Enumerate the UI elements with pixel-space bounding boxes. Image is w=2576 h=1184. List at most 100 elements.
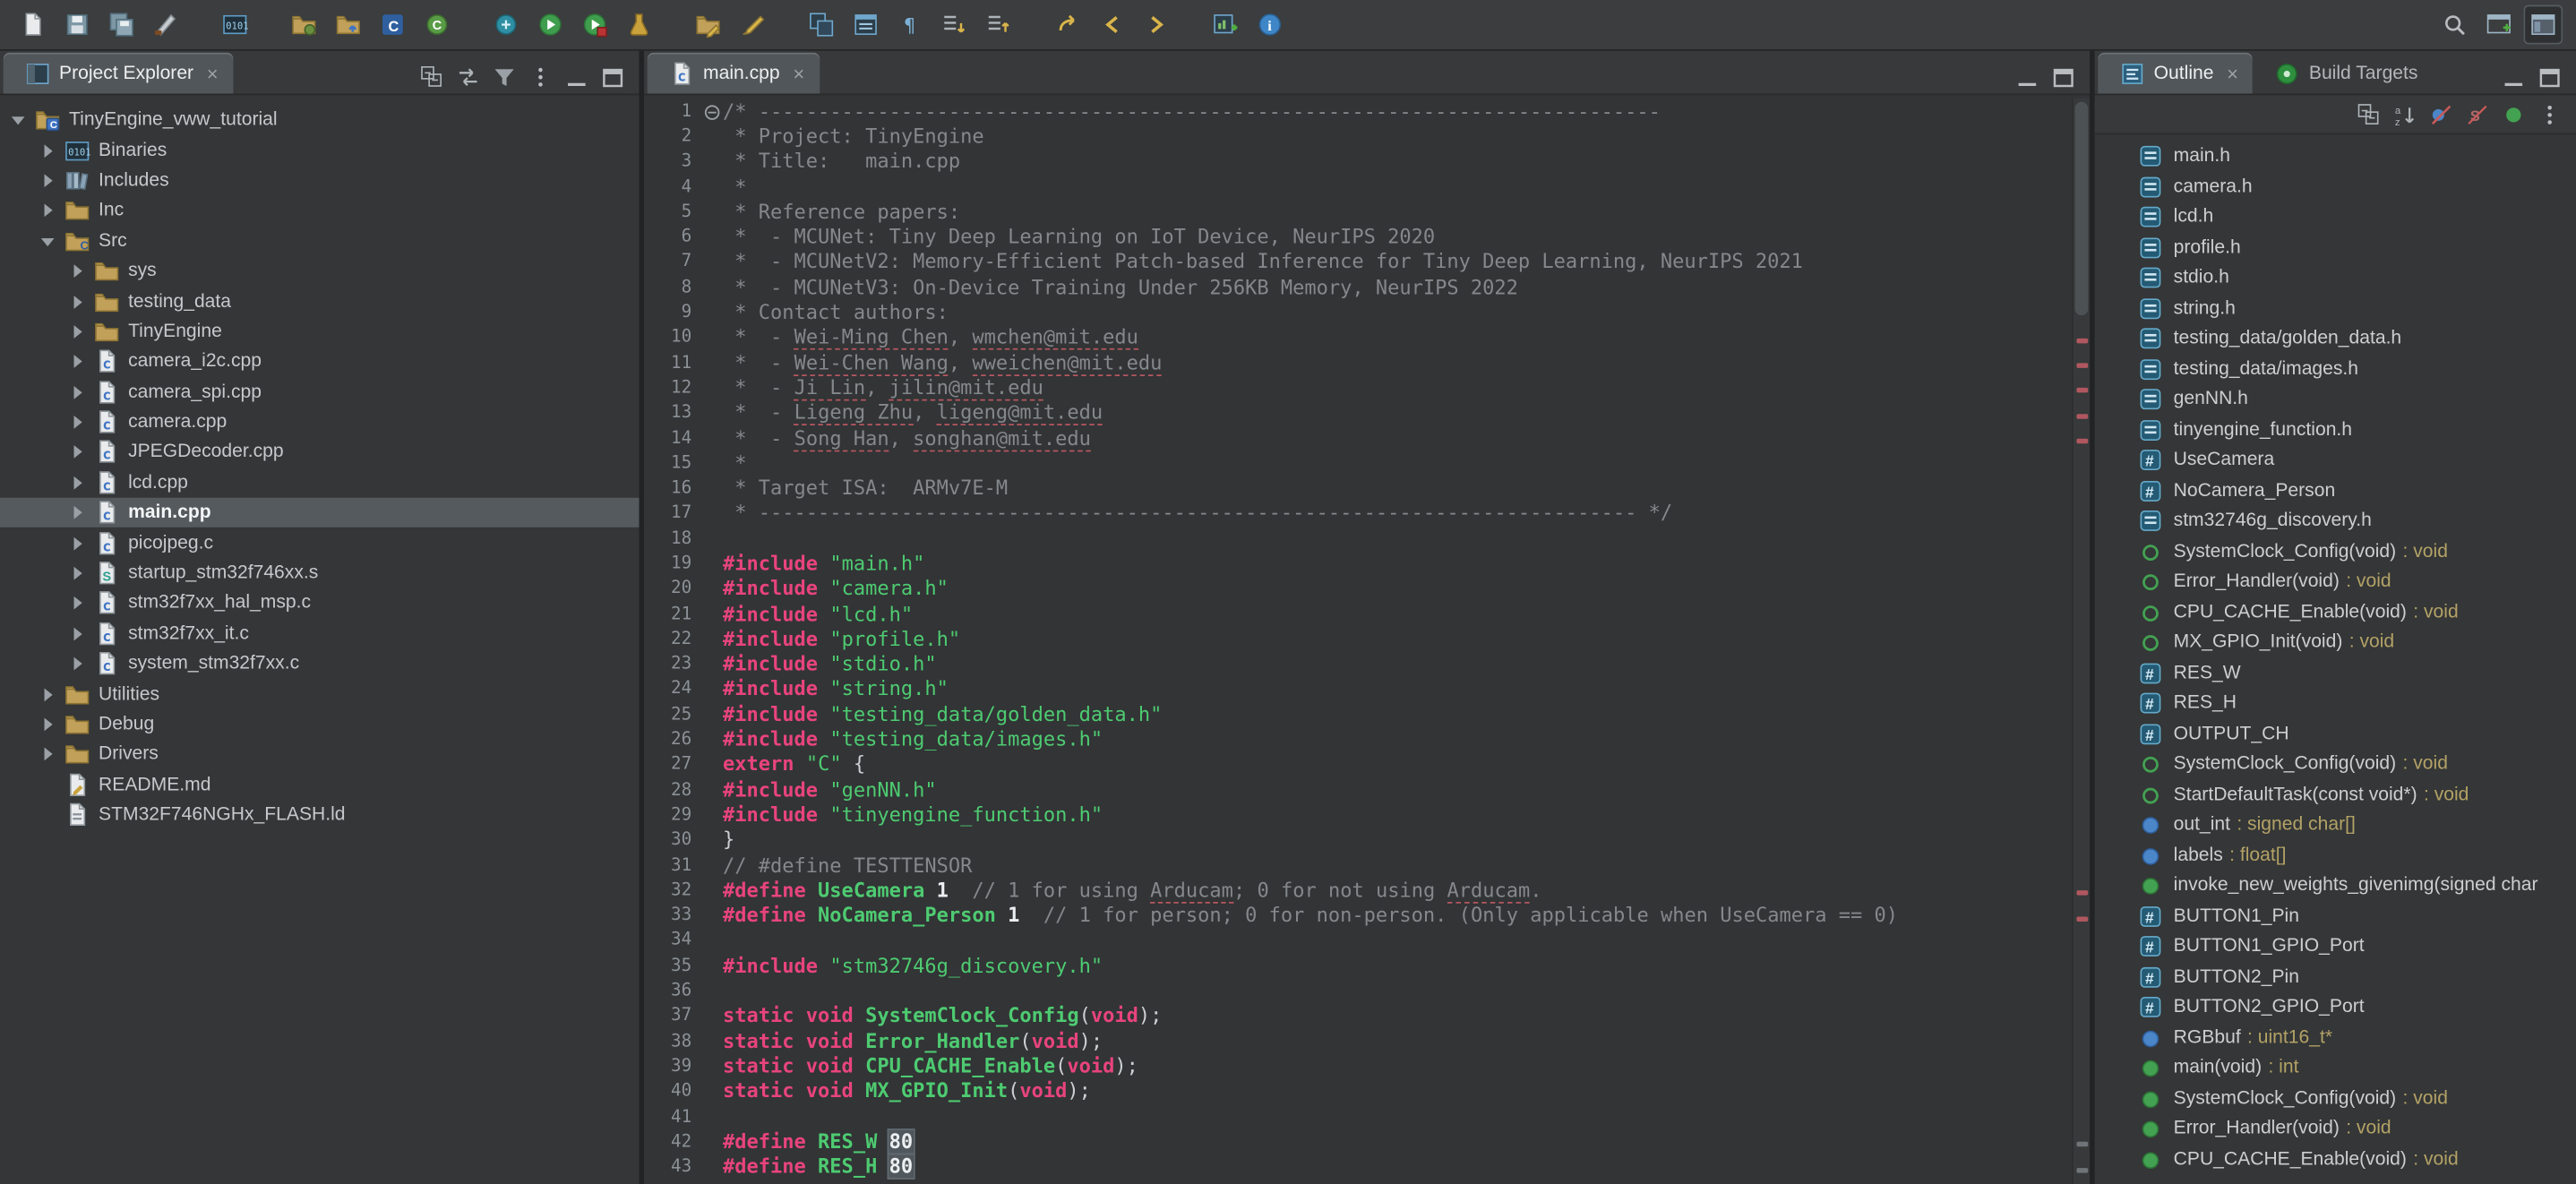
annotation-mark[interactable] [2076,439,2088,444]
tree-expand-arrow[interactable] [69,383,87,401]
scrollbar-thumb[interactable] [2075,102,2089,315]
code-line-3[interactable]: 3 * Title: main.cpp [644,149,2072,174]
tree-expand-arrow[interactable] [69,293,87,311]
code-line-41[interactable]: 41 [644,1103,2072,1128]
tree-expand-arrow[interactable] [39,142,57,159]
code-line-31[interactable]: 31// #define TESTTENSOR [644,853,2072,878]
tree-item-README.md[interactable]: README.md [0,769,640,800]
code-line-6[interactable]: 6 * - MCUNet: Tiny Deep Learning on IoT … [644,224,2072,249]
maximize-icon[interactable] [2047,61,2080,94]
tab-project-explorer[interactable]: Project Explorer × [4,53,233,94]
profile-tool-icon[interactable] [486,5,526,45]
tree-item-startup_stm32f746xx.s[interactable]: Sstartup_stm32f746xx.s [0,558,640,588]
filter-icon[interactable] [488,61,521,94]
annotation-mark[interactable] [2076,413,2088,418]
tab-outline[interactable]: Outline × [2098,53,2253,94]
tree-expand-arrow[interactable] [69,655,87,673]
tree-expand-arrow[interactable] [69,504,87,522]
code-line-32[interactable]: 32#define UseCamera 1 // 1 for using Ard… [644,878,2072,903]
outline-item-tinyengine_function.h[interactable]: tinyengine_function.h [2095,415,2576,445]
tree-item-lcd.cpp[interactable]: clcd.cpp [0,468,640,498]
overview-ruler[interactable] [2072,99,2090,1184]
view-menu-icon[interactable] [2533,98,2566,131]
save-icon[interactable] [57,5,97,45]
hide-static-members-icon[interactable]: S [2461,98,2494,131]
tree-item-camera_spi.cpp[interactable]: ccamera_spi.cpp [0,377,640,408]
annotation-mark[interactable] [2076,338,2088,343]
outline-item-SystemClock_Config(void)[interactable]: SystemClock_Config(void): void [2095,1084,2576,1114]
tree-item-TinyEngine[interactable]: TinyEngine [0,317,640,347]
outline-item-UseCamera[interactable]: #UseCamera [2095,445,2576,476]
tree-expand-arrow[interactable] [69,625,87,643]
outline-item-camera.h[interactable]: camera.h [2095,172,2576,202]
binary-viewer-icon[interactable]: 0101 [215,5,254,45]
code-line-33[interactable]: 33#define NoCamera_Person 1 // 1 for per… [644,903,2072,928]
annotation-mark[interactable] [2076,891,2088,897]
open-console-icon[interactable] [1206,5,1245,45]
tree-expand-arrow[interactable] [69,322,87,340]
view-menu-icon[interactable] [524,61,557,94]
code-line-25[interactable]: 25#include "testing_data/golden_data.h" [644,701,2072,726]
last-edit-location-icon[interactable] [1048,5,1087,45]
cpp-perspective-icon[interactable] [2523,5,2563,45]
code-line-15[interactable]: 15 * [644,450,2072,476]
tree-item-stm32f7xx_hal_msp.c[interactable]: cstm32f7xx_hal_msp.c [0,588,640,619]
code-line-29[interactable]: 29#include "tinyengine_function.h" [644,802,2072,828]
code-line-13[interactable]: 13 * - Ligeng Zhu, ligeng@mit.edu [644,400,2072,425]
close-tab-icon[interactable]: × [207,64,219,83]
code-editor[interactable]: 1/* ------------------------------------… [644,95,2090,1184]
save-all-icon[interactable] [102,5,142,45]
tree-item-Utilities[interactable]: Utilities [0,679,640,709]
fold-column[interactable] [700,99,723,123]
tree-expand-arrow[interactable] [69,413,87,431]
minimize-icon[interactable] [2011,61,2044,94]
outline-item-BUTTON2_Pin[interactable]: #BUTTON2_Pin [2095,962,2576,992]
code-line-34[interactable]: 34 [644,928,2072,953]
code-line-16[interactable]: 16 * Target ISA: ARMv7E-M [644,476,2072,501]
code-line-40[interactable]: 40static void MX_GPIO_Init(void); [644,1078,2072,1103]
tree-item-picojpeg.c[interactable]: cpicojpeg.c [0,528,640,559]
code-line-14[interactable]: 14 * - Song Han, songhan@mit.edu [644,425,2072,450]
build-all-icon[interactable] [146,5,185,45]
tab-main-cpp[interactable]: c main.cpp × [648,53,820,94]
tree-item-system_stm32f7xx.c[interactable]: csystem_stm32f7xx.c [0,649,640,680]
fold-collapse-icon[interactable] [704,105,719,120]
tab-build-targets[interactable]: Build Targets [2254,53,2433,94]
outline-item-main(void)[interactable]: main(void): int [2095,1053,2576,1084]
outline-item-MX_GPIO_Init(void)[interactable]: MX_GPIO_Init(void): void [2095,628,2576,658]
outline-item-Error_Handler(void)[interactable]: Error_Handler(void): void [2095,1114,2576,1145]
new-c-project-icon[interactable]: C [373,5,412,45]
show-whitespace-icon[interactable]: ¶ [890,5,930,45]
code-line-35[interactable]: 35#include "stm32746g_discovery.h" [644,953,2072,978]
build-folder-icon[interactable] [284,5,323,45]
external-tools-icon[interactable] [575,5,614,45]
outline-item-SystemClock_Config(void)[interactable]: SystemClock_Config(void): void [2095,749,2576,779]
sort-icon[interactable]: az [2389,98,2422,131]
tree-item-Src[interactable]: CSrc [0,226,640,256]
code-line-42[interactable]: 42#define RES_W 80 [644,1128,2072,1154]
code-line-28[interactable]: 28#include "genNN.h" [644,777,2072,802]
minimize-icon[interactable] [2497,61,2530,94]
outline-item-RES_H[interactable]: #RES_H [2095,689,2576,719]
outline-item-BUTTON1_GPIO_Port[interactable]: #BUTTON1_GPIO_Port [2095,931,2576,962]
code-line-18[interactable]: 18 [644,526,2072,551]
maximize-icon[interactable] [2533,61,2566,94]
code-line-8[interactable]: 8 * - MCUNetV3: On-Device Training Under… [644,274,2072,299]
help-info-icon[interactable]: i [1250,5,1290,45]
outline-item-stdio.h[interactable]: stdio.h [2095,262,2576,293]
run-icon[interactable] [530,5,570,45]
code-line-26[interactable]: 26#include "testing_data/images.h" [644,726,2072,751]
tree-item-testing_data[interactable]: testing_data [0,287,640,317]
outline-item-SystemClock_Config(void)[interactable]: SystemClock_Config(void): void [2095,536,2576,567]
outline-item-Error_Handler(void)[interactable]: Error_Handler(void): void [2095,567,2576,597]
outline-item-testing_data/golden_data.h[interactable]: testing_data/golden_data.h [2095,323,2576,354]
import-project-icon[interactable] [329,5,368,45]
tree-item-Inc[interactable]: Inc [0,196,640,227]
outline-item-CPU_CACHE_Enable(void)[interactable]: CPU_CACHE_Enable(void): void [2095,597,2576,628]
back-icon[interactable] [1093,5,1132,45]
annotation-mark[interactable] [2076,1167,2088,1172]
tree-item-JPEGDecoder.cpp[interactable]: cJPEGDecoder.cpp [0,437,640,468]
close-tab-icon[interactable]: × [793,64,804,83]
collapse-all-icon[interactable] [2353,98,2386,131]
tree-expand-arrow[interactable] [39,202,57,219]
